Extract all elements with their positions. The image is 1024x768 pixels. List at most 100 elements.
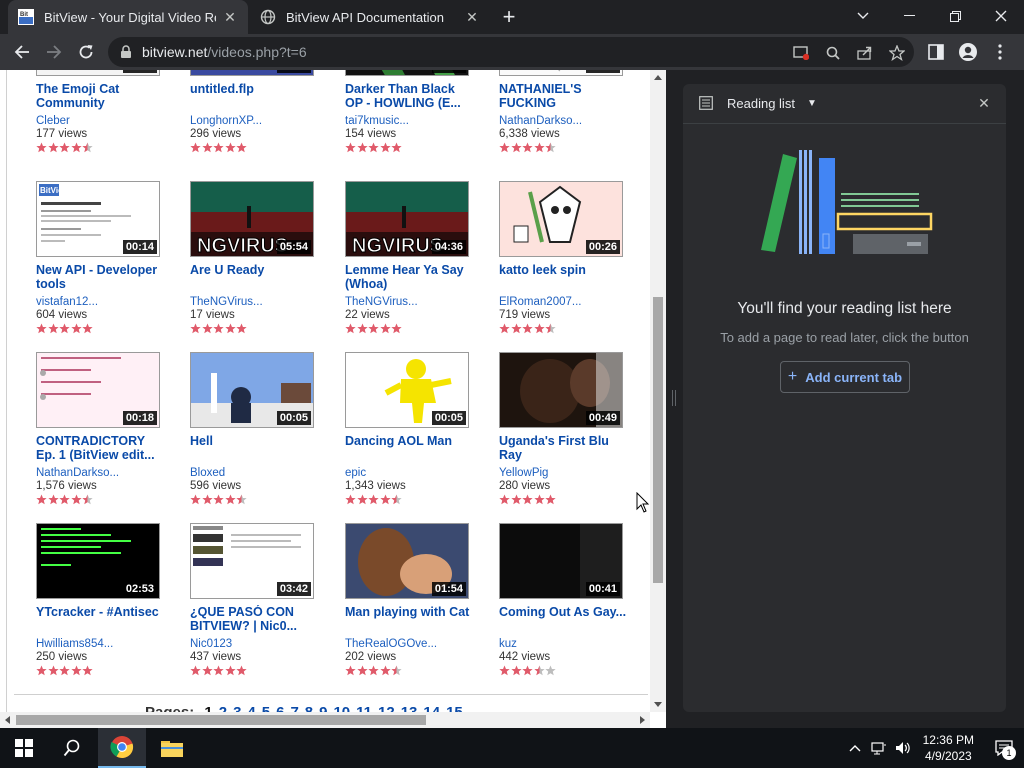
uploader-link[interactable]: epic <box>345 467 475 480</box>
uploader-link[interactable]: Nic0123 <box>190 638 320 651</box>
video-thumbnail[interactable]: NGVIRUS 04:36 <box>345 181 469 257</box>
minimize-button[interactable] <box>886 0 932 32</box>
chrome-taskbar-button[interactable] <box>98 728 146 768</box>
scroll-left-arrow-icon[interactable] <box>5 716 10 724</box>
page-link[interactable]: 3 <box>233 704 241 712</box>
video-thumbnail[interactable]: BitView 00:14 <box>36 181 160 257</box>
profile-avatar-icon[interactable] <box>956 40 980 64</box>
video-thumbnail[interactable]: 02:53 <box>36 523 160 599</box>
uploader-link[interactable]: NathanDarkso... <box>36 467 166 480</box>
file-explorer-taskbar-button[interactable] <box>148 728 196 768</box>
page-link[interactable]: 11 <box>356 704 372 712</box>
video-thumbnail[interactable]: 01:09 <box>190 70 314 76</box>
uploader-link[interactable]: TheNGVirus... <box>345 296 475 309</box>
uploader-link[interactable]: kuz <box>499 638 629 651</box>
page-link[interactable]: 15 <box>446 704 463 712</box>
scroll-up-arrow-icon[interactable] <box>654 75 662 80</box>
vertical-scrollbar[interactable] <box>650 70 666 712</box>
video-thumbnail[interactable]: NGVIRUS 05:54 <box>190 181 314 257</box>
video-thumbnail[interactable]: 02:45 <box>36 70 160 76</box>
video-title-link[interactable]: The Emoji Cat Community <box>36 82 166 110</box>
video-title-link[interactable]: YTcracker - #Antisec <box>36 605 166 633</box>
back-arrow-icon[interactable] <box>10 40 34 64</box>
page-link[interactable]: 6 <box>276 704 284 712</box>
tab-bitview-api[interactable]: BitView API Documentation ✕ <box>250 0 490 34</box>
bookmark-star-icon[interactable] <box>888 44 906 62</box>
uploader-link[interactable]: ElRoman2007... <box>499 296 629 309</box>
video-title-link[interactable]: Uganda's First Blu Ray <box>499 434 629 462</box>
reading-list-header[interactable]: Reading list ▼ <box>683 84 1006 122</box>
side-panel-resize-handle[interactable] <box>666 70 682 728</box>
video-thumbnail[interactable]: 01:54 <box>345 523 469 599</box>
network-icon[interactable] <box>867 741 891 755</box>
uploader-link[interactable]: vistafan12... <box>36 296 166 309</box>
menu-kebab-icon[interactable] <box>988 40 1012 64</box>
video-title-link[interactable]: Dancing AOL Man <box>345 434 475 462</box>
side-panel-icon[interactable] <box>924 40 948 64</box>
start-button[interactable] <box>0 728 48 768</box>
page-link[interactable]: 4 <box>247 704 255 712</box>
new-tab-button[interactable]: + <box>498 6 520 29</box>
video-title-link[interactable]: Lemme Hear Ya Say (Whoa) <box>345 263 475 291</box>
tab-close-icon[interactable]: ✕ <box>222 9 238 25</box>
action-center-button[interactable]: 1 <box>984 728 1024 768</box>
address-bar[interactable]: bitview.net/videos.php?t=6 <box>108 37 914 67</box>
search-button[interactable] <box>48 728 96 768</box>
uploader-link[interactable]: TheNGVirus... <box>190 296 320 309</box>
horizontal-scrollbar[interactable] <box>0 712 650 728</box>
restore-button[interactable] <box>932 0 978 32</box>
uploader-link[interactable]: tai7kmusic... <box>345 115 475 128</box>
lock-icon[interactable] <box>120 45 134 59</box>
video-title-link[interactable]: katto leek spin <box>499 263 629 291</box>
video-thumbnail[interactable]: 01:39 <box>345 70 469 76</box>
reload-icon[interactable] <box>74 40 98 64</box>
video-title-link[interactable]: NATHANIEL'S FUCKING <box>499 82 629 110</box>
uploader-link[interactable]: Cleber <box>36 115 166 128</box>
page-link[interactable]: 8 <box>305 704 313 712</box>
video-thumbnail[interactable]: 00:23 <box>499 70 623 76</box>
uploader-link[interactable]: LonghornXP... <box>190 115 320 128</box>
share-icon[interactable] <box>856 44 874 62</box>
video-title-link[interactable]: Hell <box>190 434 320 462</box>
video-title-link[interactable]: untitled.flp <box>190 82 320 110</box>
video-thumbnail[interactable]: 00:41 <box>499 523 623 599</box>
page-link[interactable]: 1 <box>204 704 212 712</box>
video-thumbnail[interactable]: 00:18 <box>36 352 160 428</box>
vertical-scroll-thumb[interactable] <box>650 294 666 586</box>
add-current-tab-button[interactable]: + Add current tab <box>780 361 910 393</box>
dropdown-caret-icon[interactable]: ▼ <box>807 98 817 109</box>
page-link[interactable]: 9 <box>319 704 327 712</box>
cast-blocked-icon[interactable] <box>792 44 810 62</box>
resize-grip-icon[interactable] <box>672 390 676 406</box>
uploader-link[interactable]: YellowPig <box>499 467 629 480</box>
video-title-link[interactable]: Are U Ready <box>190 263 320 291</box>
uploader-link[interactable]: TheRealOGOve... <box>345 638 475 651</box>
volume-icon[interactable] <box>891 741 915 755</box>
video-title-link[interactable]: Coming Out As Gay... <box>499 605 629 633</box>
video-thumbnail[interactable]: 03:42 <box>190 523 314 599</box>
page-link[interactable]: 12 <box>378 704 395 712</box>
close-window-button[interactable] <box>978 0 1024 32</box>
video-title-link[interactable]: New API - Developer tools <box>36 263 166 291</box>
page-link[interactable]: 14 <box>423 704 440 712</box>
video-title-link[interactable]: CONTRADICTORY Ep. 1 (BitView edit... <box>36 434 166 462</box>
page-link[interactable]: 5 <box>262 704 270 712</box>
tab-close-icon[interactable]: ✕ <box>464 9 480 25</box>
video-title-link[interactable]: ¿QUE PASÓ CON BITVIEW? | Nic0... <box>190 605 320 633</box>
page-link[interactable]: 2 <box>219 704 227 712</box>
page-link[interactable]: 10 <box>333 704 350 712</box>
forward-arrow-icon[interactable] <box>42 40 66 64</box>
scroll-right-arrow-icon[interactable] <box>640 716 645 724</box>
show-hidden-icons-chevron-icon[interactable] <box>843 744 867 752</box>
page-link[interactable]: 7 <box>290 704 298 712</box>
uploader-link[interactable]: Bloxed <box>190 467 320 480</box>
uploader-link[interactable]: NathanDarkso... <box>499 115 629 128</box>
scroll-down-arrow-icon[interactable] <box>654 702 662 707</box>
page-link[interactable]: 13 <box>401 704 418 712</box>
video-thumbnail[interactable]: 00:05 <box>190 352 314 428</box>
tab-search-chevron-icon[interactable] <box>840 0 886 32</box>
video-thumbnail[interactable]: 00:26 <box>499 181 623 257</box>
tab-bitview-videos[interactable]: Bit BitView - Your Digital Video Repo ✕ <box>8 0 248 34</box>
close-panel-icon[interactable]: ✕ <box>976 95 992 111</box>
uploader-link[interactable]: Hwilliams854... <box>36 638 166 651</box>
